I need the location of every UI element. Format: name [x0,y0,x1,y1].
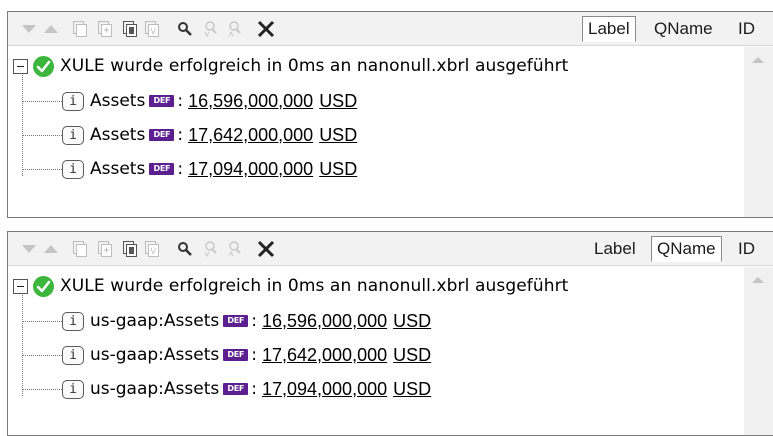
clear-icon[interactable] [255,19,277,39]
collapse-icon[interactable] [13,278,28,294]
fact-row[interactable]: i Assets DEF : 17,094,000,000 USD [22,155,357,183]
copy-icon[interactable] [71,239,89,259]
svg-text:V: V [151,27,157,36]
success-check-icon [33,275,54,297]
concept-name: us-gaap:Assets [90,345,220,365]
tree-connector [22,320,62,322]
result-message: XULE wurde erfolgreich in 0ms an nanonul… [60,276,569,296]
tab-label[interactable]: Label [582,16,636,42]
find-next-icon[interactable] [226,239,246,259]
unit-link[interactable]: USD [393,345,431,366]
results-tree: XULE wurde erfolgreich in 0ms an nanonul… [8,267,773,435]
fact-row[interactable]: i us-gaap:Assets DEF : 17,094,000,000 US… [22,375,431,403]
unit-link[interactable]: USD [319,91,357,112]
find-prev-icon[interactable] [202,19,222,39]
info-icon[interactable]: i [62,125,84,145]
def-badge-icon: DEF [223,315,249,327]
tab-qname[interactable]: QName [648,16,719,42]
tree-connector [22,168,62,170]
svg-text:V: V [151,247,157,256]
fact-row[interactable]: i us-gaap:Assets DEF : 16,596,000,000 US… [22,307,431,335]
separator: : [251,311,257,331]
def-badge-icon: DEF [149,95,175,107]
xule-results-panel-label-view: V Label QName ID XULE wurde erfolgreich … [7,11,773,218]
fact-value-link[interactable]: 17,642,000,000 [262,345,387,366]
find-prev-icon[interactable] [202,239,222,259]
find-icon[interactable] [176,19,196,39]
expand-down-icon[interactable] [20,19,38,39]
fact-row[interactable]: i Assets DEF : 16,596,000,000 USD [22,87,357,115]
info-icon[interactable]: i [62,91,84,111]
fact-value-link[interactable]: 16,596,000,000 [262,311,387,332]
clear-icon[interactable] [255,239,277,259]
collapse-up-icon[interactable] [42,19,60,39]
expand-down-icon[interactable] [20,239,38,259]
copy-icon[interactable] [71,19,89,39]
concept-name: us-gaap:Assets [90,379,220,399]
result-message-row[interactable]: XULE wurde erfolgreich in 0ms an nanonul… [13,272,568,300]
tree-connector [22,134,62,136]
collapse-icon[interactable] [13,58,28,74]
unit-link[interactable]: USD [319,159,357,180]
xule-results-panel-qname-view: V Label QName ID XULE wurde erfolgreich … [7,231,773,436]
toolbar: V Label QName ID [8,232,773,266]
collapse-up-icon[interactable] [42,239,60,259]
concept-name: Assets [90,125,146,145]
def-badge-icon: DEF [149,129,175,141]
separator: : [177,91,184,111]
tab-id[interactable]: ID [732,236,761,262]
results-tree: XULE wurde erfolgreich in 0ms an nanonul… [8,47,773,217]
copy-value-icon[interactable]: V [143,19,161,39]
tree-connector [22,354,62,356]
unit-link[interactable]: USD [319,125,357,146]
info-icon[interactable]: i [62,345,84,365]
success-check-icon [33,55,54,77]
separator: : [177,125,184,145]
info-icon[interactable]: i [62,311,84,331]
copy-all-icon[interactable] [96,239,114,259]
def-badge-icon: DEF [223,383,249,395]
fact-value-link[interactable]: 17,642,000,000 [188,125,313,146]
vertical-scrollbar[interactable] [744,47,773,217]
tab-qname[interactable]: QName [651,236,722,262]
concept-name: us-gaap:Assets [90,311,220,331]
unit-link[interactable]: USD [393,311,431,332]
info-icon[interactable]: i [62,379,84,399]
unit-link[interactable]: USD [393,379,431,400]
scroll-up-arrow-icon[interactable] [752,277,764,283]
find-icon[interactable] [176,239,196,259]
vertical-scrollbar[interactable] [744,267,773,435]
paste-icon[interactable] [121,19,139,39]
info-icon[interactable]: i [62,159,84,179]
result-message: XULE wurde erfolgreich in 0ms an nanonul… [60,56,569,76]
paste-icon[interactable] [121,239,139,259]
result-message-row[interactable]: XULE wurde erfolgreich in 0ms an nanonul… [13,52,568,80]
scroll-up-arrow-icon[interactable] [752,57,764,63]
tab-id[interactable]: ID [732,16,761,42]
copy-all-icon[interactable] [96,19,114,39]
fact-value-link[interactable]: 16,596,000,000 [188,91,313,112]
separator: : [251,379,257,399]
separator: : [251,345,257,365]
tree-connector [22,388,62,390]
toolbar: V Label QName ID [8,12,773,46]
fact-row[interactable]: i Assets DEF : 17,642,000,000 USD [22,121,357,149]
find-next-icon[interactable] [226,19,246,39]
def-badge-icon: DEF [149,163,175,175]
tab-label[interactable]: Label [588,236,642,262]
def-badge-icon: DEF [223,349,249,361]
concept-name: Assets [90,159,146,179]
fact-row[interactable]: i us-gaap:Assets DEF : 17,642,000,000 US… [22,341,431,369]
tree-connector [22,100,62,102]
copy-value-icon[interactable]: V [143,239,161,259]
separator: : [177,159,184,179]
concept-name: Assets [90,91,146,111]
fact-value-link[interactable]: 17,094,000,000 [262,379,387,400]
fact-value-link[interactable]: 17,094,000,000 [188,159,313,180]
